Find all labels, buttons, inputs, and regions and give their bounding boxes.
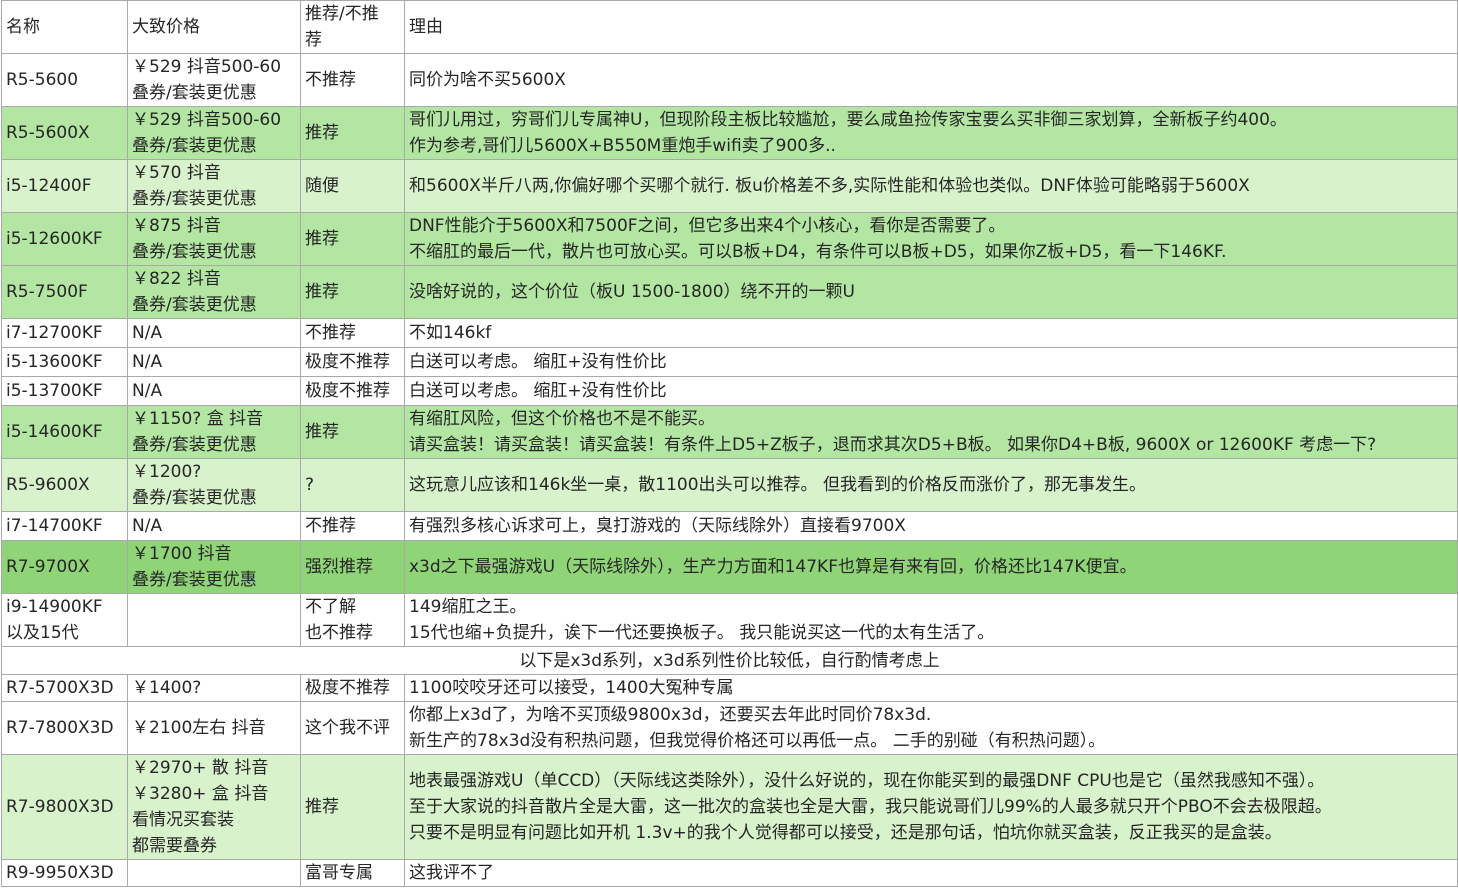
header-reason: 理由 (404, 0, 1458, 54)
cpu-name: i5-12600KF (1, 212, 128, 266)
cpu-name: R7-7800X3D (1, 701, 128, 755)
cpu-name: i5-14600KF (1, 405, 128, 459)
price-cell: N/A (127, 347, 301, 377)
reason-cell: 不如146kf (404, 318, 1458, 348)
reason-cell: 你都上x3d了，为啥不买顶级9800x3d，还要买去年此时同价78x3d. 新生产… (404, 701, 1458, 755)
table-row: R7-9700X ￥1700 抖音 叠券/套装更优惠 强烈推荐 x3d之下最强游戏… (1, 540, 1458, 594)
table-row: R9-9950X3D 富哥专属 这我评不了 (1, 859, 1458, 887)
reason-cell: 没啥好说的，这个价位（板U 1500-1800）绕不开的一颗U (404, 265, 1458, 319)
reason-cell: 这玩意儿应该和146k坐一桌，散1100出头可以推荐。 但我看到的价格反而涨价了… (404, 458, 1458, 512)
table-header-row: 名称 大致价格 推荐/不推荐 理由 (1, 0, 1458, 54)
recommend-cell: 不推荐 (300, 53, 405, 107)
recommend-cell: 极度不推荐 (300, 674, 405, 702)
table-row: i5-13700KF N/A 极度不推荐 白送可以考虑。 缩肛+没有性价比 (1, 376, 1458, 406)
recommend-cell: ? (300, 458, 405, 512)
reason-cell: 这我评不了 (404, 859, 1458, 887)
cpu-name: R9-9950X3D (1, 859, 128, 887)
price-cell: ￥1400? (127, 674, 301, 702)
header-price: 大致价格 (127, 0, 301, 54)
recommend-cell: 极度不推荐 (300, 347, 405, 377)
recommend-cell: 富哥专属 (300, 859, 405, 887)
recommend-cell: 推荐 (300, 265, 405, 319)
table-row: R5-5600X ￥529 抖音500-60 叠券/套装更优惠 推荐 哥们儿用过，… (1, 106, 1458, 160)
cpu-recommendation-table: 名称 大致价格 推荐/不推荐 理由 R5-5600 ￥529 抖音500-60 叠… (1, 0, 1458, 887)
reason-cell: 地表最强游戏U（单CCD）（天际线这类除外），没什么好说的，现在你能买到的最强D… (404, 754, 1458, 860)
cpu-name: i5-13700KF (1, 376, 128, 406)
price-cell: N/A (127, 376, 301, 406)
table-row: R7-7800X3D ￥2100左右 抖音 这个我不评 你都上x3d了，为啥不买… (1, 701, 1458, 755)
table-row: i7-12700KF N/A 不推荐 不如146kf (1, 318, 1458, 348)
price-cell: ￥529 抖音500-60 叠券/套装更优惠 (127, 106, 301, 160)
price-cell: ￥822 抖音 叠券/套装更优惠 (127, 265, 301, 319)
table-row: R7-9800X3D ￥2970+ 散 抖音 ￥3280+ 盒 抖音 看情况买套装都… (1, 754, 1458, 860)
header-recommend: 推荐/不推荐 (300, 0, 405, 54)
price-cell (127, 859, 301, 887)
reason-cell: 有缩肛风险，但这个价格也不是不能买。 请买盒装！请买盒装！请买盒装！有条件上D5+… (404, 405, 1458, 459)
price-cell: ￥2100左右 抖音 (127, 701, 301, 755)
reason-cell: 1100咬咬牙还可以接受，1400大冤种专属 (404, 674, 1458, 702)
table-row: R5-5600 ￥529 抖音500-60 叠券/套装更优惠 不推荐 同价为啥不买… (1, 53, 1458, 107)
recommend-cell: 强烈推荐 (300, 540, 405, 594)
cpu-name: i5-12400F (1, 159, 128, 213)
section-row: 以下是x3d系列，x3d系列性价比较低，自行酌情考虑上 (1, 646, 1458, 675)
reason-cell: 149缩肛之王。 15代也缩+负提升，诶下一代还要换板子。 我只能说买这一代的太有… (404, 593, 1458, 647)
cpu-name: R5-5600X (1, 106, 128, 160)
cpu-name: i7-12700KF (1, 318, 128, 348)
price-cell: N/A (127, 318, 301, 348)
recommend-cell: 推荐 (300, 212, 405, 266)
cpu-name: R7-9700X (1, 540, 128, 594)
cpu-name: R5-7500F (1, 265, 128, 319)
price-cell: ￥2970+ 散 抖音 ￥3280+ 盒 抖音 看情况买套装 都需要叠券 (127, 754, 301, 860)
cpu-name: i7-14700KF (1, 511, 128, 541)
reason-cell: 白送可以考虑。 缩肛+没有性价比 (404, 376, 1458, 406)
table-row: i5-14600KF ￥1150? 盒 抖音 叠券/套装更优惠 推荐 有缩肛风险，… (1, 405, 1458, 459)
cpu-name: i5-13600KF (1, 347, 128, 377)
price-cell: ￥1700 抖音 叠券/套装更优惠 (127, 540, 301, 594)
recommend-cell: 不了解 也不推荐 (300, 593, 405, 647)
price-cell: ￥875 抖音 叠券/套装更优惠 (127, 212, 301, 266)
table-row: R7-5700X3D ￥1400? 极度不推荐 1100咬咬牙还可以接受，140… (1, 674, 1458, 702)
recommend-cell: 不推荐 (300, 318, 405, 348)
reason-cell: 哥们儿用过，穷哥们儿专属神U，但现阶段主板比较尴尬，要么咸鱼捡传家宝要么买非御三… (404, 106, 1458, 160)
reason-cell: 有强烈多核心诉求可上，臭打游戏的（天际线除外）直接看9700X (404, 511, 1458, 541)
section-note: 以下是x3d系列，x3d系列性价比较低，自行酌情考虑上 (1, 646, 1458, 675)
reason-cell: 白送可以考虑。 缩肛+没有性价比 (404, 347, 1458, 377)
reason-cell: 和5600X半斤八两,你偏好哪个买哪个就行. 板u价格差不多,实际性能和体验也类… (404, 159, 1458, 213)
recommend-cell: 极度不推荐 (300, 376, 405, 406)
price-cell: N/A (127, 511, 301, 541)
cpu-name: i9-14900KF 以及15代 (1, 593, 128, 647)
table-row: i5-13600KF N/A 极度不推荐 白送可以考虑。 缩肛+没有性价比 (1, 347, 1458, 377)
table-row: i9-14900KF 以及15代 不了解 也不推荐 149缩肛之王。 15代也缩+负提… (1, 593, 1458, 647)
table-row: i5-12400F ￥570 抖音 叠券/套装更优惠 随便 和5600X半斤八两,… (1, 159, 1458, 213)
table-row: R5-7500F ￥822 抖音 叠券/套装更优惠 推荐 没啥好说的，这个价位（板… (1, 265, 1458, 319)
reason-cell: x3d之下最强游戏U（天际线除外），生产力方面和147KF也算是有来有回，价格还… (404, 540, 1458, 594)
cpu-name: R7-5700X3D (1, 674, 128, 702)
price-cell: ￥529 抖音500-60 叠券/套装更优惠 (127, 53, 301, 107)
price-cell (127, 593, 301, 647)
table-row: R5-9600X ￥1200? 叠券/套装更优惠 ? 这玩意儿应该和146k坐一桌… (1, 458, 1458, 512)
recommend-cell: 不推荐 (300, 511, 405, 541)
recommend-cell: 推荐 (300, 106, 405, 160)
price-cell: ￥570 抖音 叠券/套装更优惠 (127, 159, 301, 213)
recommend-cell: 推荐 (300, 405, 405, 459)
cpu-name: R5-9600X (1, 458, 128, 512)
header-name: 名称 (1, 0, 128, 54)
table-row: i7-14700KF N/A 不推荐 有强烈多核心诉求可上，臭打游戏的（天际线除… (1, 511, 1458, 541)
cpu-name: R7-9800X3D (1, 754, 128, 860)
recommend-cell: 随便 (300, 159, 405, 213)
recommend-cell: 这个我不评 (300, 701, 405, 755)
cpu-name: R5-5600 (1, 53, 128, 107)
price-cell: ￥1150? 盒 抖音 叠券/套装更优惠 (127, 405, 301, 459)
price-cell: ￥1200? 叠券/套装更优惠 (127, 458, 301, 512)
table-row: i5-12600KF ￥875 抖音 叠券/套装更优惠 推荐 DNF性能介于560… (1, 212, 1458, 266)
reason-cell: DNF性能介于5600X和7500F之间，但它多出来4个小核心，看你是否需要了。… (404, 212, 1458, 266)
reason-cell: 同价为啥不买5600X (404, 53, 1458, 107)
recommend-cell: 推荐 (300, 754, 405, 860)
